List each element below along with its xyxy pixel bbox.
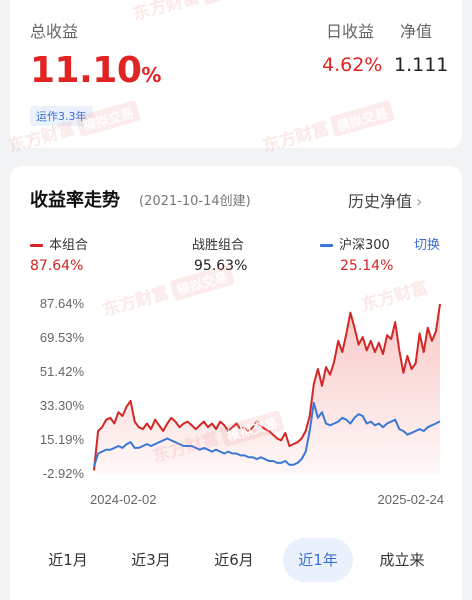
- y-tick-label: 69.53%: [40, 330, 85, 345]
- x-tick-label-end: 2025-02-24: [378, 492, 445, 507]
- tab-3-months[interactable]: 近3月: [113, 538, 189, 582]
- daily-return-value: 4.62%: [322, 54, 383, 76]
- legend-swatch-red: [30, 244, 43, 247]
- watermark: 东方财富模拟交易: [259, 96, 395, 157]
- legend-value-beat: 95.63%: [194, 258, 248, 274]
- tab-1-year[interactable]: 近1年: [283, 538, 353, 582]
- creation-date: (2021-10-14创建): [139, 194, 251, 209]
- switch-benchmark-button[interactable]: 切换: [414, 234, 440, 253]
- watermark: 东方财富模拟交易: [129, 0, 265, 25]
- section-title: 收益率走势: [30, 190, 120, 211]
- daily-return-label: 日收益: [326, 22, 375, 41]
- legend-value-portfolio: 87.64%: [30, 258, 84, 274]
- history-nav-button[interactable]: 历史净值 ›: [348, 188, 422, 212]
- total-return-label: 总收益: [30, 22, 79, 41]
- y-tick-label: 15.19%: [40, 432, 85, 447]
- legend-value-hs300: 25.14%: [340, 258, 394, 274]
- run-duration-badge: 运作3.3年: [30, 106, 93, 126]
- return-chart: 87.64% 69.53% 51.42% 33.30% 15.19% -2.92% 202…: [40, 296, 445, 507]
- x-tick-label-start: 2024-02-02: [90, 492, 157, 507]
- legend-item-hs300: 沪深300: [320, 234, 390, 253]
- chevron-right-icon: ›: [416, 192, 423, 211]
- y-tick-label: 33.30%: [40, 398, 85, 413]
- legend-item-portfolio: 本组合: [30, 234, 88, 253]
- tab-since-inception[interactable]: 成立来: [362, 538, 442, 582]
- total-return-value: 11.10%: [30, 50, 161, 91]
- legend-item-beat: 战胜组合: [192, 238, 245, 253]
- time-range-tabs: 近1月 近3月 近6月 近1年 成立来: [10, 538, 462, 582]
- legend-swatch-blue: [320, 244, 333, 247]
- y-tick-label: 87.64%: [40, 296, 85, 311]
- nav-label: 净值: [400, 22, 433, 41]
- series-area-0: [94, 304, 440, 474]
- nav-value: 1.111: [394, 54, 449, 76]
- summary-card: 总收益 11.10% 运作3.3年 日收益 净值 4.62% 1.111 东方财…: [7, 0, 462, 157]
- y-tick-label: -2.92%: [43, 466, 85, 481]
- return-trend-card: 收益率走势 (2021-10-14创建) 历史净值 › 本组合 87.64% 战胜…: [10, 166, 462, 600]
- tab-1-month[interactable]: 近1月: [30, 538, 106, 582]
- tab-6-months[interactable]: 近6月: [196, 538, 272, 582]
- y-tick-label: 51.42%: [40, 364, 85, 379]
